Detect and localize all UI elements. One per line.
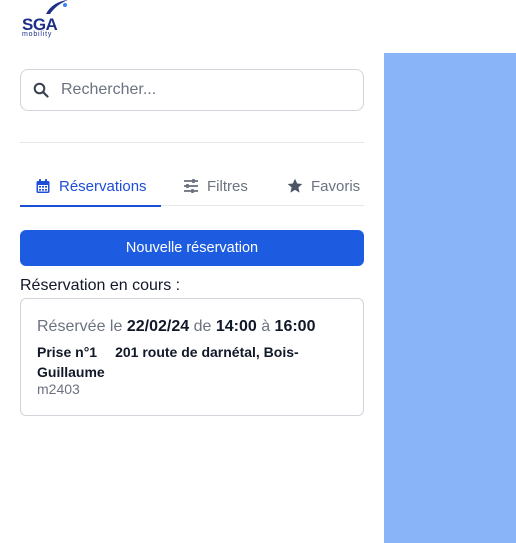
divider [20,142,364,143]
new-reservation-button[interactable]: Nouvelle réservation [20,230,364,266]
tab-reservations[interactable]: Réservations [20,166,161,207]
tab-bar: Réservations Filtres Favoris [20,166,364,207]
current-reservation-heading: Réservation en cours : [20,277,181,294]
tab-filters-label: Filtres [207,178,248,195]
reservation-schedule: Réservée le 22/02/24 de 14:00 à 16:00 [37,318,315,336]
vehicle-id: m2403 [37,381,80,397]
star-icon [287,178,303,193]
logo-tagline: mobility [22,31,53,38]
sliders-icon [184,179,198,193]
tab-filters[interactable]: Filtres [183,166,263,206]
tab-favorites[interactable]: Favoris [287,166,364,206]
to-label: à [261,318,271,335]
reserved-label: Réservée le [37,318,123,335]
map-panel[interactable] [384,53,516,543]
sga-mobility-logo[interactable]: SGA mobility [22,0,70,40]
end-time: 16:00 [274,318,316,335]
search-icon [33,82,49,98]
start-time: 14:00 [215,318,257,335]
reservation-date: 22/02/24 [126,318,190,335]
from-label: de [193,318,212,335]
tab-favorites-label: Favoris [311,178,361,195]
socket-number: Prise n°1 [37,344,98,360]
search-box [20,69,364,111]
reservation-card[interactable]: Réservée le 22/02/24 de 14:00 à 16:00 Pr… [20,298,364,416]
calendar-icon [36,179,50,193]
reservation-location: Prise n°1 201 route de darnétal, Bois-Gui… [37,342,327,382]
search-input[interactable] [61,71,357,109]
tab-reservations-label: Réservations [59,178,147,195]
